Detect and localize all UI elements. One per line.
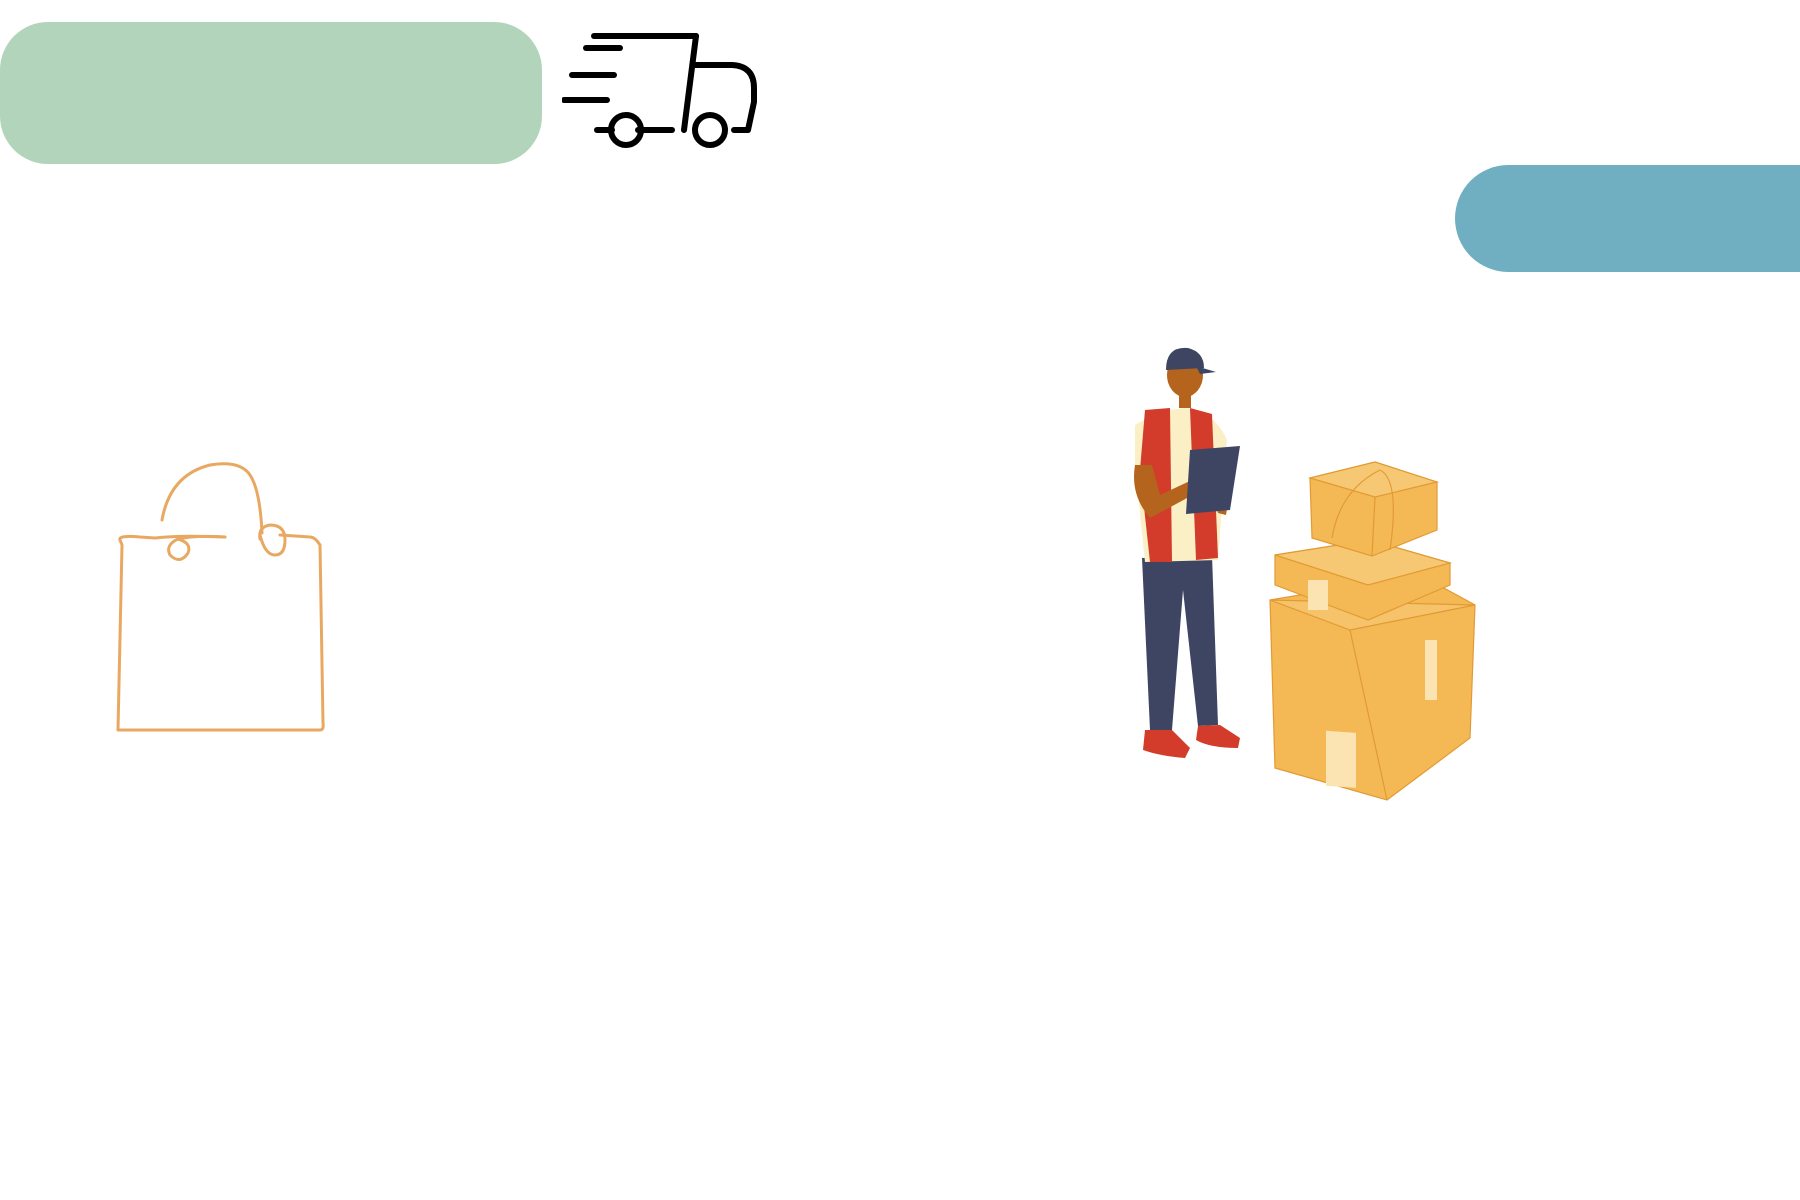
delivery-truck-icon [562, 33, 757, 148]
package-boxes [1269, 461, 1476, 801]
delivery-person [1134, 347, 1240, 758]
delivery-person-illustration [1134, 347, 1476, 801]
blue-banner-shape [1455, 165, 1800, 272]
green-banner-shape [0, 22, 542, 164]
shopping-bag-icon [116, 462, 325, 732]
